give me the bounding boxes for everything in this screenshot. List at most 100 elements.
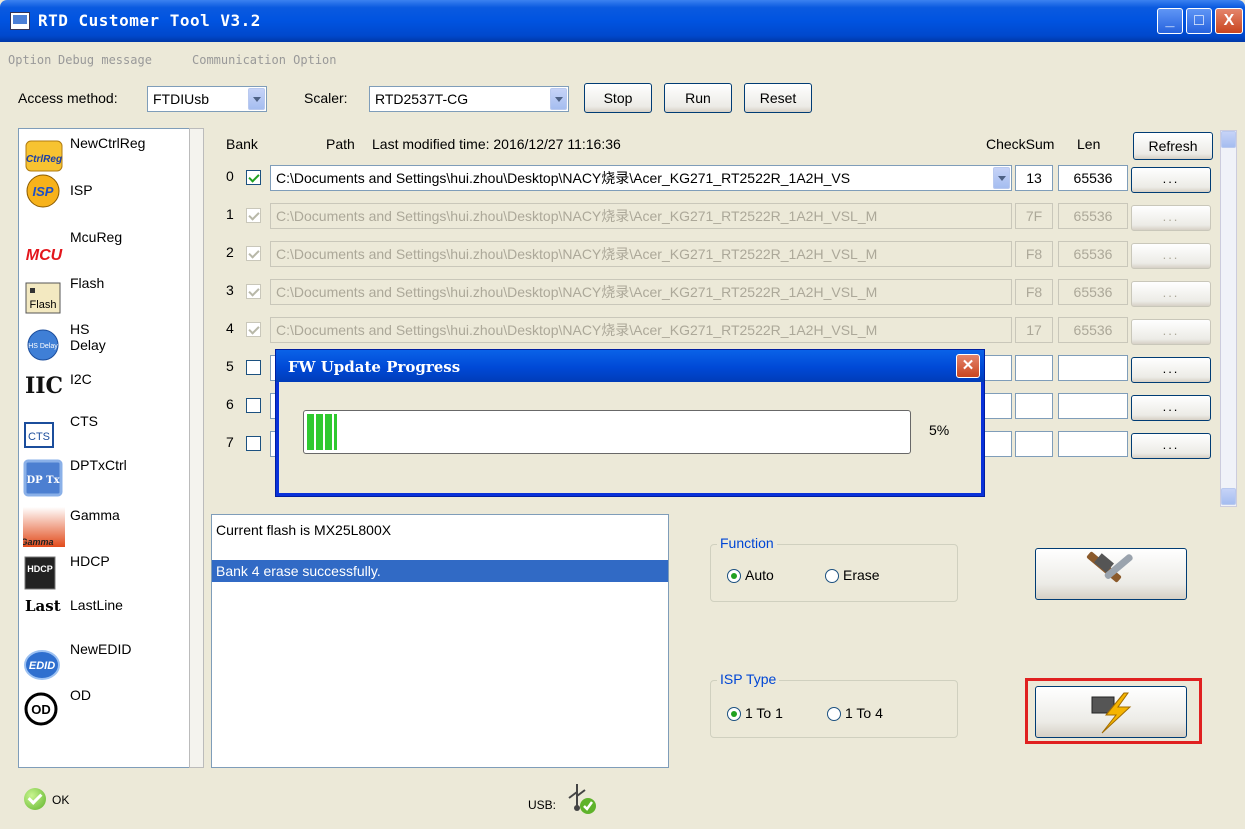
isp-icon: ISP <box>26 174 60 208</box>
sidebar-item-label: HDCP <box>70 553 110 569</box>
run-button[interactable]: Run <box>664 83 732 113</box>
bank-path-text: C:\Documents and Settings\hui.zhou\Deskt… <box>276 208 878 224</box>
sidebar-item-label: CTS <box>70 413 98 429</box>
bank-index: 3 <box>226 282 234 298</box>
lastline-icon-text: Last Line <box>25 597 65 615</box>
bank-enable-checkbox[interactable] <box>246 360 261 375</box>
bank-checksum: 7F <box>1015 203 1053 229</box>
module-list: CtrlReg NewCtrlReg ISP ISP MCU McuReg Fl… <box>18 128 198 768</box>
function-erase-radio[interactable] <box>825 569 839 583</box>
bank-path-field[interactable]: C:\Documents and Settings\hui.zhou\Deskt… <box>270 317 1012 343</box>
ok-status-icon <box>24 788 46 810</box>
bank-index: 6 <box>226 396 234 412</box>
scroll-down-icon[interactable] <box>1221 488 1236 505</box>
bank-enable-checkbox[interactable] <box>246 284 261 299</box>
mcu-icon-text: MCU <box>26 247 63 264</box>
bank-path-text: C:\Documents and Settings\hui.zhou\Deskt… <box>276 170 851 186</box>
bank-browse-button[interactable]: ... <box>1131 167 1211 193</box>
status-ok-text: OK <box>52 793 70 807</box>
bank-index: 7 <box>226 434 234 450</box>
close-button[interactable]: X <box>1215 8 1243 34</box>
hs-delay-icon-text: HS Delay <box>28 343 58 350</box>
menu-bar: Option Debug message Communication Optio… <box>0 45 1245 73</box>
maximize-button[interactable]: □ <box>1186 8 1212 34</box>
reset-button[interactable]: Reset <box>744 83 812 113</box>
bank-index: 1 <box>226 206 234 222</box>
bank-length <box>1058 355 1128 381</box>
menu-debug-message[interactable]: Debug message <box>58 53 152 67</box>
bank-browse-button[interactable]: ... <box>1131 243 1211 269</box>
bank-enable-checkbox[interactable] <box>246 246 261 261</box>
bank-path-field[interactable]: C:\Documents and Settings\hui.zhou\Deskt… <box>270 165 1012 191</box>
chevron-down-icon[interactable] <box>248 88 265 110</box>
minimize-button[interactable]: _ <box>1157 8 1183 34</box>
dialog-title: FW Update Progress <box>288 358 461 376</box>
bank-path-field[interactable]: C:\Documents and Settings\hui.zhou\Deskt… <box>270 203 1012 229</box>
bank-enable-checkbox[interactable] <box>246 170 261 185</box>
isp-1to1-label: 1 To 1 <box>745 705 783 721</box>
log-line-selected[interactable]: Bank 4 erase successfully. <box>212 560 668 582</box>
window-title: RTD Customer Tool V3.2 <box>38 11 261 30</box>
hdcp-icon-text: HDCP <box>27 564 53 574</box>
scaler-select[interactable]: RTD2537T-CG <box>369 86 569 112</box>
access-method-select[interactable]: FTDIUsb <box>147 86 267 112</box>
bank-enable-checkbox[interactable] <box>246 436 261 451</box>
bank-length: 65536 <box>1058 279 1128 305</box>
function-auto-label: Auto <box>745 567 774 583</box>
sidebar-item-label: McuReg <box>70 229 123 245</box>
i2c-icon: IIC <box>25 365 63 399</box>
refresh-button[interactable]: Refresh <box>1133 132 1213 160</box>
bank-checksum: F8 <box>1015 241 1053 267</box>
mcu-icon: MCU <box>25 239 63 265</box>
bank-header: Bank <box>226 136 258 152</box>
flash-chip-icon: Flash <box>25 282 61 314</box>
bank-enable-checkbox[interactable] <box>246 322 261 337</box>
scroll-up-icon[interactable] <box>1221 131 1236 148</box>
bank-scrollbar[interactable] <box>1220 130 1237 507</box>
edid-icon-text: EDID <box>29 660 55 672</box>
menu-option[interactable]: Option <box>8 53 51 67</box>
sidebar-item-label: ISP <box>70 182 93 198</box>
function-auto-radio[interactable] <box>727 569 741 583</box>
chevron-down-icon[interactable] <box>993 167 1010 189</box>
bank-browse-button[interactable]: ... <box>1131 319 1211 345</box>
bank-enable-checkbox[interactable] <box>246 398 261 413</box>
bank-path-field[interactable]: C:\Documents and Settings\hui.zhou\Deskt… <box>270 241 1012 267</box>
usb-connected-icon <box>568 784 596 814</box>
isp-type-group: ISP Type 1 To 1 1 To 4 <box>710 671 958 738</box>
edid-icon: EDID <box>24 650 60 680</box>
fw-progress-bar <box>303 410 911 454</box>
bank-enable-checkbox[interactable] <box>246 208 261 223</box>
sidebar-item-label: LastLine <box>70 597 123 613</box>
sidebar-item-label: NewEDID <box>70 641 132 657</box>
bank-browse-button[interactable]: ... <box>1131 433 1211 459</box>
bank-length: 65536 <box>1058 317 1128 343</box>
stop-button[interactable]: Stop <box>584 83 652 113</box>
isp-icon-text: ISP <box>33 184 54 199</box>
sidebar-item-label: NewCtrlReg <box>70 135 146 151</box>
isp-1to1-radio[interactable] <box>727 707 741 721</box>
title-bar[interactable]: RTD Customer Tool V3.2 _ □ X <box>0 0 1245 42</box>
scaler-value: RTD2537T-CG <box>375 91 469 107</box>
message-log[interactable]: Current flash is MX25L800X Bank 4 erase … <box>211 514 669 768</box>
bank-browse-button[interactable]: ... <box>1131 281 1211 307</box>
len-header: Len <box>1077 136 1101 152</box>
menu-communication-option[interactable]: Communication Option <box>192 53 337 67</box>
bank-browse-button[interactable]: ... <box>1131 205 1211 231</box>
bank-checksum: F8 <box>1015 279 1053 305</box>
sidebar-item-label: HS Delay <box>70 321 106 353</box>
access-method-label: Access method: <box>18 90 118 106</box>
bank-path-field[interactable]: C:\Documents and Settings\hui.zhou\Deskt… <box>270 279 1012 305</box>
dialog-close-button[interactable]: ✕ <box>956 354 980 378</box>
close-icon: ✕ <box>961 357 975 374</box>
tools-button[interactable] <box>1035 548 1187 600</box>
bank-length <box>1058 393 1128 419</box>
app-icon <box>10 12 30 30</box>
isp-1to4-radio[interactable] <box>827 707 841 721</box>
chevron-down-icon[interactable] <box>550 88 567 110</box>
splitter-handle[interactable] <box>189 128 204 768</box>
bank-browse-button[interactable]: ... <box>1131 357 1211 383</box>
bank-browse-button[interactable]: ... <box>1131 395 1211 421</box>
gamma-icon-text: Gamma <box>23 537 54 547</box>
dialog-title-bar[interactable]: FW Update Progress ✕ <box>276 350 984 382</box>
